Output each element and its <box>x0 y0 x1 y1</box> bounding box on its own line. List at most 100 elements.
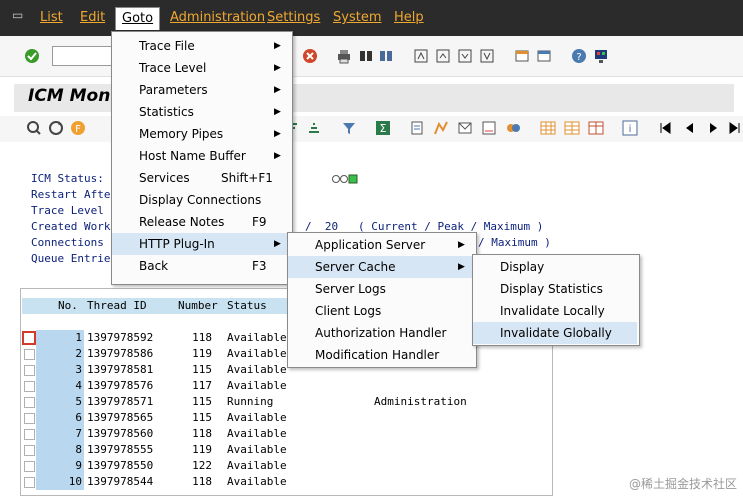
details-icon[interactable] <box>26 120 42 136</box>
http-item-server-logs[interactable]: Server Logs <box>288 278 474 300</box>
cell-thread-id: 1397978571 <box>87 395 154 408</box>
menu-item-label: Trace File <box>139 39 195 53</box>
menu-item-label: HTTP Plug-In <box>139 237 215 251</box>
total-icon[interactable]: Σ <box>375 120 391 136</box>
goto-item-trace-file[interactable]: Trace File ▶ <box>112 35 290 57</box>
cell-thread-id: 1397978544 <box>87 475 154 488</box>
previous-page-icon[interactable] <box>435 48 451 64</box>
goto-item-trace-level[interactable]: Trace Level ▶ <box>112 57 290 79</box>
column-header-no[interactable]: No. <box>58 299 78 312</box>
row-select-checkbox[interactable] <box>24 381 35 392</box>
menu-system[interactable]: System <box>333 10 381 26</box>
change-layout-icon[interactable] <box>540 120 556 136</box>
goto-item-memory-pipes[interactable]: Memory Pipes ▶ <box>112 123 290 145</box>
system-menu-icon[interactable]: ▭ <box>12 9 26 21</box>
cell-no: 10 <box>36 474 84 490</box>
help-icon[interactable]: ? <box>571 48 587 64</box>
row-select-checkbox[interactable] <box>24 477 35 488</box>
http-item-authorization-handler[interactable]: Authorization Handler <box>288 322 474 344</box>
next-page-icon[interactable] <box>457 48 473 64</box>
table-row[interactable]: 4 1397978576 117 Available <box>22 378 550 394</box>
enter-check-icon[interactable] <box>24 48 40 64</box>
menu-settings[interactable]: Settings <box>267 10 320 26</box>
menu-administration[interactable]: Administration <box>170 10 265 26</box>
find-next-icon[interactable] <box>378 48 394 64</box>
http-item-modification-handler[interactable]: Modification Handler <box>288 344 474 366</box>
cell-number: 117 <box>192 379 212 392</box>
cell-number: 118 <box>192 427 212 440</box>
layout-menu-icon[interactable] <box>593 48 609 64</box>
goto-item-display-connections[interactable]: Display Connections <box>112 189 290 211</box>
information-icon[interactable]: i <box>622 120 638 136</box>
row-select-checkbox[interactable] <box>24 429 35 440</box>
cache-item-display[interactable]: Display <box>473 256 637 278</box>
abc-analysis-icon[interactable] <box>481 120 497 136</box>
http-item-server-cache[interactable]: Server Cache ▶ <box>288 256 474 278</box>
first-page-icon[interactable] <box>413 48 429 64</box>
command-field[interactable] <box>52 46 112 66</box>
cell-status: Available <box>227 427 287 440</box>
shortcut-icon[interactable] <box>536 48 552 64</box>
table-row[interactable]: 7 1397978560 118 Available <box>22 426 550 442</box>
http-item-client-logs[interactable]: Client Logs <box>288 300 474 322</box>
create-session-icon[interactable] <box>514 48 530 64</box>
cache-item-display-statistics[interactable]: Display Statistics <box>473 278 637 300</box>
cell-no: 3 <box>36 362 84 378</box>
sort-descending-icon[interactable] <box>306 120 322 136</box>
table-row[interactable]: 6 1397978565 115 Available <box>22 410 550 426</box>
goto-item-host-name-buffer[interactable]: Host Name Buffer ▶ <box>112 145 290 167</box>
cell-status: Available <box>227 475 287 488</box>
cell-status: Running <box>227 395 274 408</box>
filter-icon[interactable] <box>341 120 357 136</box>
print-icon[interactable] <box>336 48 352 64</box>
cache-item-invalidate-globally[interactable]: Invalidate Globally <box>473 322 637 344</box>
goto-item-parameters[interactable]: Parameters ▶ <box>112 79 290 101</box>
column-header-number[interactable]: Number <box>178 299 218 312</box>
find-icon[interactable] <box>358 48 374 64</box>
graphic-icon[interactable] <box>433 120 449 136</box>
cell-status: Available <box>227 363 287 376</box>
select-layout-icon[interactable] <box>564 120 580 136</box>
menu-item-label: Display <box>500 260 545 274</box>
row-select-checkbox[interactable] <box>24 349 35 360</box>
first-item-icon[interactable] <box>657 120 673 136</box>
cell-status: Available <box>227 379 287 392</box>
goto-item-http-plug-in[interactable]: HTTP Plug-In ▶ <box>112 233 290 255</box>
row-select-checkbox[interactable] <box>24 461 35 472</box>
save-layout-icon[interactable] <box>588 120 604 136</box>
cell-status: Available <box>227 411 287 424</box>
row-select-checkbox[interactable] <box>24 397 35 408</box>
function-icon[interactable]: F <box>70 120 86 136</box>
previous-item-icon[interactable] <box>681 120 697 136</box>
menu-list[interactable]: List <box>40 10 63 26</box>
cache-item-invalidate-locally[interactable]: Invalidate Locally <box>473 300 637 322</box>
table-row[interactable]: 10 1397978544 118 Available <box>22 474 550 490</box>
send-icon[interactable] <box>457 120 473 136</box>
last-page-icon[interactable] <box>479 48 495 64</box>
export-icon[interactable] <box>409 120 425 136</box>
submenu-arrow-icon: ▶ <box>274 239 281 249</box>
views-icon[interactable] <box>505 120 521 136</box>
column-header-status[interactable]: Status <box>227 299 267 312</box>
row-select-checkbox[interactable] <box>24 413 35 424</box>
cell-thread-id: 1397978592 <box>87 331 154 344</box>
goto-item-release-notes[interactable]: Release Notes F9 <box>112 211 290 233</box>
menu-goto[interactable]: Goto <box>115 7 161 30</box>
goto-item-services[interactable]: Services Shift+F1 <box>112 167 290 189</box>
menu-edit[interactable]: Edit <box>80 10 105 26</box>
row-select-checkbox[interactable] <box>24 365 35 376</box>
menu-help[interactable]: Help <box>394 10 424 26</box>
row-select-checkbox[interactable] <box>22 331 36 345</box>
http-item-application-server[interactable]: Application Server ▶ <box>288 234 474 256</box>
row-select-checkbox[interactable] <box>24 445 35 456</box>
next-item-icon[interactable] <box>705 120 721 136</box>
column-header-thread-id[interactable]: Thread ID <box>87 299 147 312</box>
table-row[interactable]: 9 1397978550 122 Available <box>22 458 550 474</box>
goto-item-back[interactable]: Back F3 <box>112 255 290 277</box>
cancel-icon[interactable] <box>302 48 318 64</box>
table-row[interactable]: 8 1397978555 119 Available <box>22 442 550 458</box>
last-item-icon[interactable] <box>727 120 743 136</box>
goto-item-statistics[interactable]: Statistics ▶ <box>112 101 290 123</box>
refresh-icon[interactable] <box>48 120 64 136</box>
table-row[interactable]: 5 1397978571 115 Running Administration <box>22 394 550 410</box>
